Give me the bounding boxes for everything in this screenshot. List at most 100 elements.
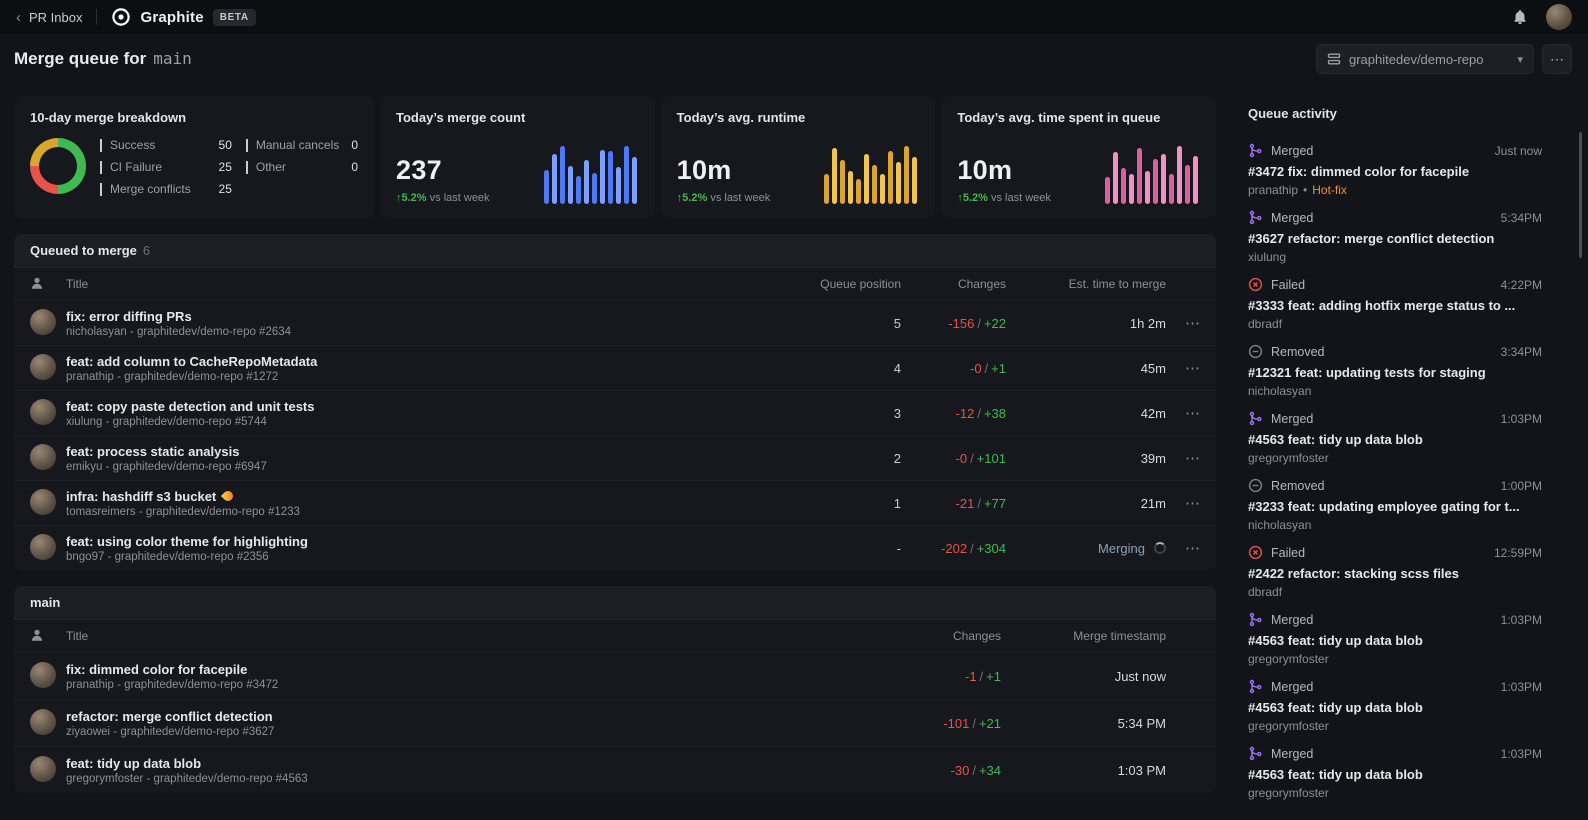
repo-selector[interactable]: graphitedev/demo-repo ▾: [1316, 44, 1534, 74]
pr-subtitle: ziyaowei - graphitedev/demo-repo #3627: [66, 726, 881, 738]
pr-title: feat: using color theme for highlighting: [66, 534, 781, 549]
activity-item[interactable]: Failed 12:59PM #2422 refactor: stacking …: [1248, 545, 1542, 599]
spark-bar: [1137, 148, 1142, 204]
deletions: -202: [941, 541, 967, 556]
avatar: [30, 709, 56, 735]
queue-position-value: -: [781, 541, 901, 556]
pr-subtitle: pranathip - graphitedev/demo-repo #3472: [66, 679, 881, 691]
activity-item[interactable]: Removed 3:34PM #12321 feat: updating tes…: [1248, 344, 1542, 398]
title-cell: feat: add column to CacheRepoMetadata pr…: [66, 354, 781, 383]
status-label: Merged: [1271, 144, 1313, 158]
panel-title: Queued to merge: [30, 243, 137, 258]
activity-pr-title: #12321 feat: updating tests for staging: [1248, 365, 1542, 380]
table-row[interactable]: feat: tidy up data blob gregorymfoster -…: [14, 746, 1216, 793]
changes-separator: /: [970, 451, 974, 466]
app-root: ‹ PR Inbox Graphite BETA Merge queue for…: [0, 0, 1588, 813]
activity-item[interactable]: Merged Just now #3472 fix: dimmed color …: [1248, 143, 1542, 197]
changes-separator: /: [985, 361, 989, 376]
legend-value: 0: [351, 160, 358, 174]
table-row[interactable]: feat: process static analysis emikyu - g…: [14, 435, 1216, 480]
table-row[interactable]: feat: using color theme for highlighting…: [14, 525, 1216, 570]
activity-pr-title: #4563 feat: tidy up data blob: [1248, 432, 1542, 447]
est-time-value: 39m: [1141, 451, 1166, 466]
main-branch-panel: main Title Changes Merge timestamp: [14, 586, 1216, 793]
spark-bar: [824, 174, 829, 204]
deletions: -21: [956, 496, 975, 511]
scrollbar[interactable]: [1579, 132, 1582, 258]
repo-selector-label: graphitedev/demo-repo: [1349, 52, 1483, 67]
table-row[interactable]: fix: error diffing PRs nicholasyan - gra…: [14, 300, 1216, 345]
spark-bar: [1193, 156, 1198, 204]
row-more-button[interactable]: ⋯: [1166, 494, 1200, 512]
activity-item[interactable]: Merged 1:03PM #4563 feat: tidy up data b…: [1248, 679, 1542, 733]
status-label: Merged: [1271, 211, 1313, 225]
row-more-button[interactable]: ⋯: [1166, 404, 1200, 422]
table-row[interactable]: feat: copy paste detection and unit test…: [14, 390, 1216, 435]
activity-item[interactable]: Removed 1:00PM #3233 feat: updating empl…: [1248, 478, 1542, 532]
notifications-bell-icon[interactable]: [1512, 9, 1528, 25]
breakdown-body: Success 50 CI Failure 25 Merge conflicts: [30, 138, 358, 196]
row-more-button[interactable]: ⋯: [1166, 314, 1200, 332]
divider: [96, 9, 97, 25]
header-more-button[interactable]: ⋯: [1542, 44, 1572, 74]
activity-item[interactable]: Merged 1:03PM #4563 feat: tidy up data b…: [1248, 612, 1542, 666]
activity-item[interactable]: Merged 5:34PM #3627 refactor: merge conf…: [1248, 210, 1542, 264]
queue-position-value: 3: [781, 406, 901, 421]
brand[interactable]: Graphite BETA: [111, 7, 255, 27]
spark-bar: [848, 171, 853, 204]
activity-author-line: dbradf: [1248, 317, 1542, 331]
legend-secondary: Manual cancels 0 Other 0: [246, 138, 358, 174]
timestamp: 4:22PM: [1501, 278, 1542, 292]
queue-position-value: 4: [781, 361, 901, 376]
legend-item: Other 0: [246, 160, 358, 174]
delta-percent: ↑5.2%: [957, 192, 988, 204]
back-button[interactable]: ‹ PR Inbox: [16, 10, 82, 25]
panel-header: main: [14, 586, 1216, 620]
header-actions: graphitedev/demo-repo ▾ ⋯: [1316, 44, 1572, 74]
table-row[interactable]: refactor: merge conflict detection ziyao…: [14, 699, 1216, 746]
sparkline-bar-chart: [1105, 144, 1198, 204]
status-icon: [1248, 143, 1263, 158]
removed-icon: [1248, 478, 1263, 493]
sparkline-bar-chart: [824, 144, 917, 204]
spark-bar: [840, 160, 845, 204]
timestamp: 3:34PM: [1501, 345, 1542, 359]
beta-badge: BETA: [213, 9, 256, 26]
pr-title: feat: process static analysis: [66, 444, 781, 459]
activity-item[interactable]: Merged 1:03PM #4563 feat: tidy up data b…: [1248, 746, 1542, 800]
avatar: [30, 444, 56, 470]
delta-label: vs last week: [991, 192, 1051, 204]
table-row[interactable]: fix: dimmed color for facepile pranathip…: [14, 652, 1216, 699]
spark-bar: [600, 150, 605, 204]
est-time-value: 42m: [1141, 406, 1166, 421]
activity-item[interactable]: Failed 4:22PM #3333 feat: adding hotfix …: [1248, 277, 1542, 331]
additions: +101: [977, 451, 1006, 466]
avatar: [30, 399, 56, 425]
author: gregorymfoster: [1248, 786, 1329, 800]
title-cell: feat: tidy up data blob gregorymfoster -…: [66, 756, 881, 785]
delta-percent: ↑5.2%: [677, 192, 708, 204]
table-row[interactable]: infra: hashdiff s3 bucket tomasreimers -…: [14, 480, 1216, 525]
avatar: [30, 489, 56, 515]
row-actions: ⋯: [1166, 449, 1200, 467]
merged-icon: [1248, 612, 1263, 627]
user-avatar[interactable]: [1546, 4, 1572, 30]
activity-pr-title: #3472 fix: dimmed color for facepile: [1248, 164, 1542, 179]
row-more-button[interactable]: ⋯: [1166, 539, 1200, 557]
activity-pr-title: #3333 feat: adding hotfix merge status t…: [1248, 298, 1542, 313]
avatar-cell: [30, 662, 66, 691]
activity-item[interactable]: Merged 1:03PM #4563 feat: tidy up data b…: [1248, 411, 1542, 465]
spark-bar: [1129, 174, 1134, 204]
additions: +21: [979, 716, 1001, 731]
spark-bar: [856, 179, 861, 204]
est-time-value: 21m: [1141, 496, 1166, 511]
status-label: Merged: [1271, 412, 1313, 426]
deletions: -1: [965, 669, 977, 684]
activity-head: Merged 1:03PM: [1248, 746, 1542, 761]
table-row[interactable]: feat: add column to CacheRepoMetadata pr…: [14, 345, 1216, 390]
row-more-button[interactable]: ⋯: [1166, 449, 1200, 467]
row-more-button[interactable]: ⋯: [1166, 359, 1200, 377]
legend-value: 50: [219, 138, 232, 152]
metric-left: 10m ↑5.2% vs last week: [957, 155, 1051, 204]
legend-marker: [246, 161, 248, 174]
